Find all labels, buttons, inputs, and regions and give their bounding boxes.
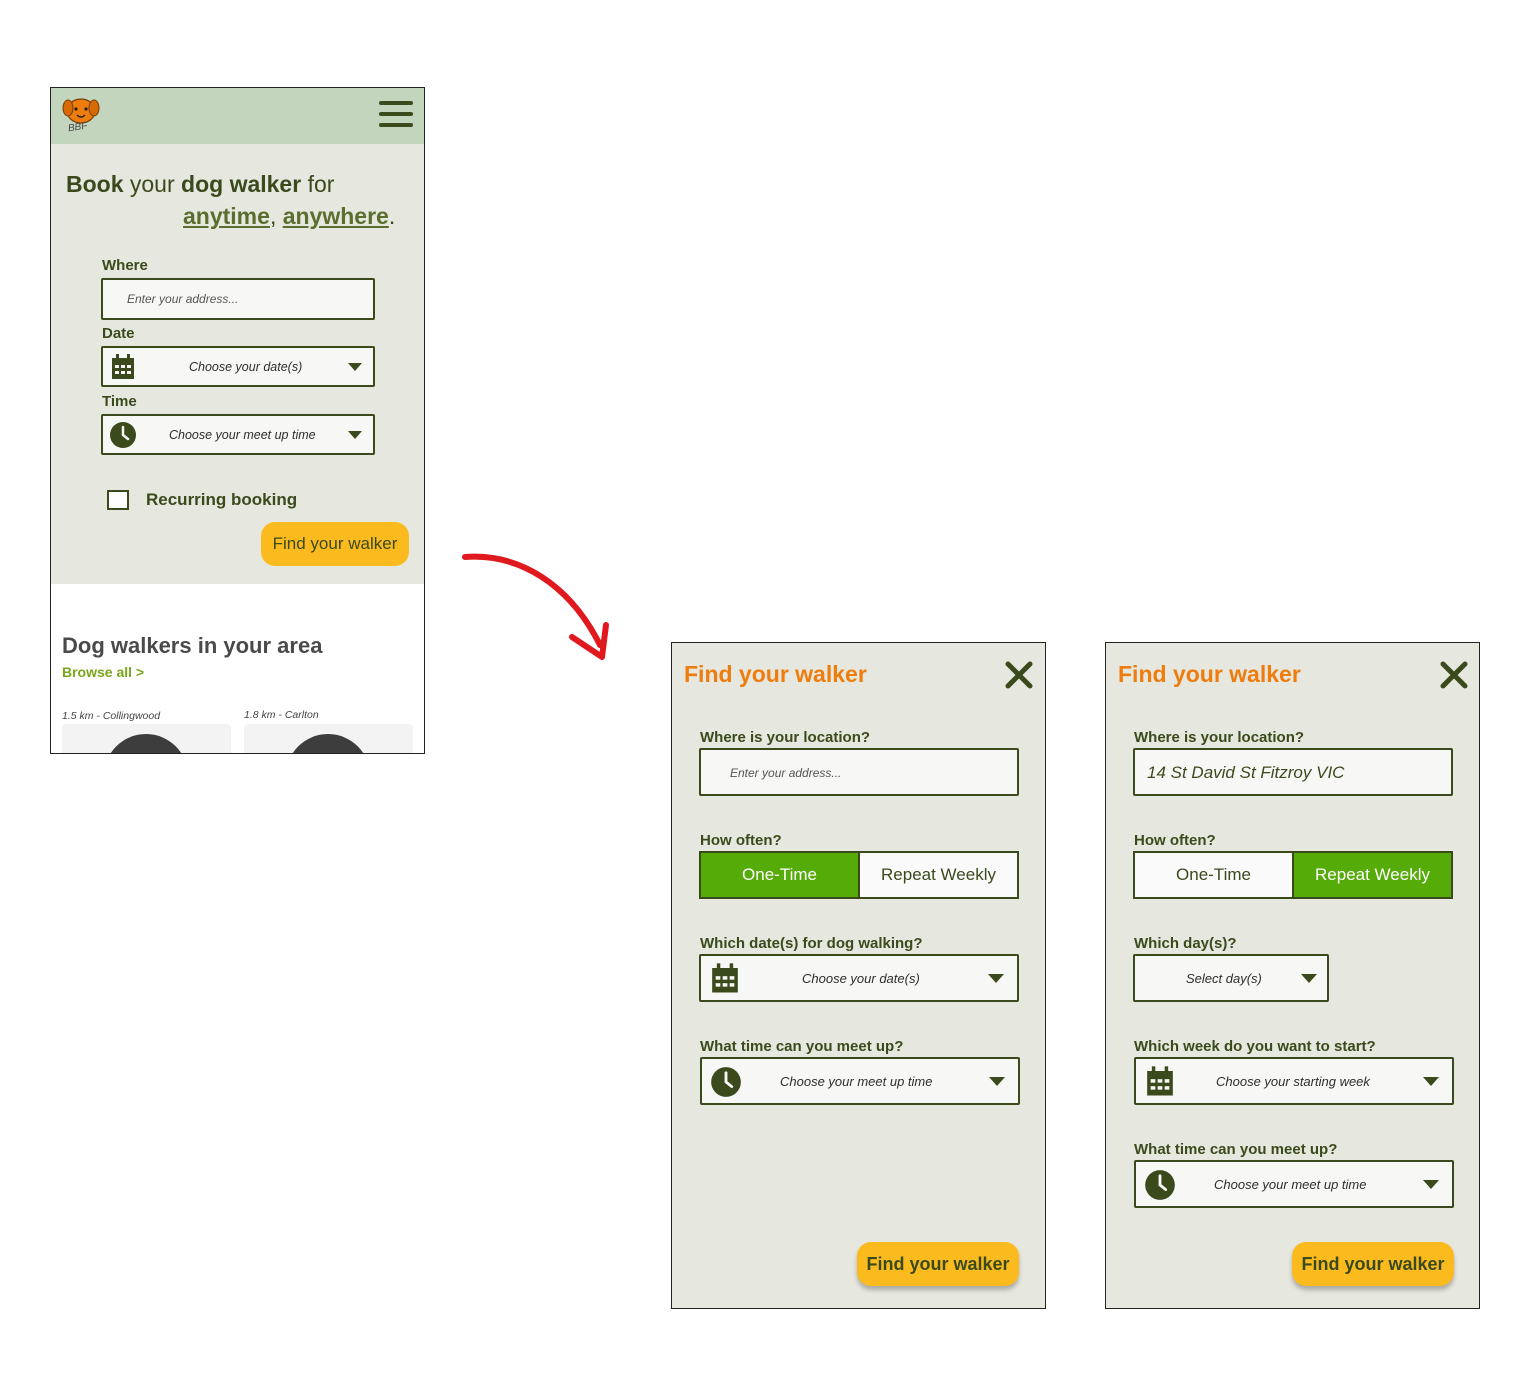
hero-headline: Book your dog walker for anytime, anywhe… [66, 171, 396, 229]
calendar-icon [712, 963, 738, 993]
address-placeholder: Enter your address... [127, 292, 239, 306]
time-label: What time can you meet up? [700, 1038, 904, 1055]
frequency-toggle: One-Time Repeat Weekly [699, 851, 1019, 899]
week-label: Which week do you want to start? [1134, 1038, 1376, 1055]
walker-card-meta: 1.5 km - Collingwood [62, 710, 161, 722]
time-label: Time [102, 393, 137, 410]
time-dropdown[interactable]: Choose your meet up time [700, 1057, 1020, 1105]
address-input[interactable]: 14 St David St Fitzroy VIC [1133, 748, 1453, 796]
dates-label: Which date(s) for dog walking? [700, 935, 923, 952]
time-dropdown[interactable]: Choose your meet up time [101, 414, 375, 455]
flow-arrow-icon [462, 553, 609, 660]
days-value: Select day(s) [1186, 971, 1262, 986]
find-walker-modal-weekly: Find your walker Where is your location?… [1105, 642, 1480, 1309]
close-icon[interactable] [1438, 659, 1470, 691]
chevron-down-icon [348, 431, 362, 439]
chevron-down-icon [348, 363, 362, 371]
section-title: Dog walkers in your area [62, 633, 323, 658]
walker-card-meta: 1.8 km - Carlton [244, 709, 319, 721]
frequency-label: How often? [700, 832, 782, 849]
recurring-label: Recurring booking [146, 490, 298, 509]
modal-title: Find your walker [684, 661, 867, 687]
recurring-checkbox[interactable] [107, 490, 129, 510]
time-dropdown[interactable]: Choose your meet up time [1134, 1160, 1454, 1208]
walker-card[interactable] [244, 724, 413, 753]
week-value: Choose your starting week [1216, 1074, 1370, 1089]
chevron-down-icon [988, 974, 1004, 983]
calendar-icon [112, 354, 134, 379]
chevron-down-icon [989, 1077, 1005, 1086]
repeat-weekly-option[interactable]: Repeat Weekly [860, 853, 1017, 897]
top-navbar [51, 88, 424, 144]
time-value: Choose your meet up time [169, 428, 316, 442]
clock-icon [110, 422, 136, 448]
time-value: Choose your meet up time [780, 1074, 933, 1089]
clock-icon [1145, 1170, 1175, 1200]
find-walker-button[interactable]: Find your walker [1292, 1242, 1454, 1286]
days-label: Which day(s)? [1134, 935, 1237, 952]
address-placeholder: Enter your address... [730, 766, 842, 780]
repeat-weekly-option[interactable]: Repeat Weekly [1294, 853, 1451, 897]
hamburger-menu-icon[interactable] [379, 101, 413, 129]
date-dropdown[interactable]: Choose your date(s) [699, 954, 1019, 1002]
home-screen: BBF Book your dog walker for anytime, an… [50, 87, 425, 754]
browse-all-link[interactable]: Browse all > [62, 664, 144, 680]
frequency-toggle: One-Time Repeat Weekly [1133, 851, 1453, 899]
date-value: Choose your date(s) [189, 360, 303, 374]
find-walker-button[interactable]: Find your walker [857, 1242, 1019, 1286]
clock-icon [711, 1067, 741, 1097]
address-input[interactable]: Enter your address... [699, 748, 1019, 796]
one-time-option[interactable]: One-Time [1135, 853, 1294, 897]
chevron-down-icon [1423, 1180, 1439, 1189]
start-week-dropdown[interactable]: Choose your starting week [1134, 1057, 1454, 1105]
date-dropdown[interactable]: Choose your date(s) [101, 346, 375, 387]
location-label: Where is your location? [1134, 729, 1305, 746]
chevron-down-icon [1301, 974, 1317, 983]
one-time-option[interactable]: One-Time [701, 853, 860, 897]
find-walker-modal-one-time: Find your walker Where is your location?… [671, 642, 1046, 1309]
close-icon[interactable] [1003, 659, 1035, 691]
calendar-icon [1147, 1066, 1173, 1096]
date-value: Choose your date(s) [802, 971, 920, 986]
time-label: What time can you meet up? [1134, 1141, 1338, 1158]
chevron-down-icon [1423, 1077, 1439, 1086]
address-value: 14 St David St Fitzroy VIC [1147, 763, 1345, 782]
bbf-logo[interactable]: BBF [59, 94, 103, 138]
walker-avatar [286, 734, 370, 753]
time-value: Choose your meet up time [1214, 1177, 1367, 1192]
where-label: Where [102, 257, 148, 274]
location-label: Where is your location? [700, 729, 871, 746]
find-walker-button[interactable]: Find your walker [261, 522, 409, 566]
days-dropdown[interactable]: Select day(s) [1133, 954, 1329, 1002]
frequency-label: How often? [1134, 832, 1216, 849]
address-input[interactable]: Enter your address... [101, 278, 375, 320]
walker-card[interactable] [62, 724, 231, 753]
date-label: Date [102, 325, 135, 342]
walker-avatar [104, 734, 188, 753]
modal-title: Find your walker [1118, 661, 1301, 687]
